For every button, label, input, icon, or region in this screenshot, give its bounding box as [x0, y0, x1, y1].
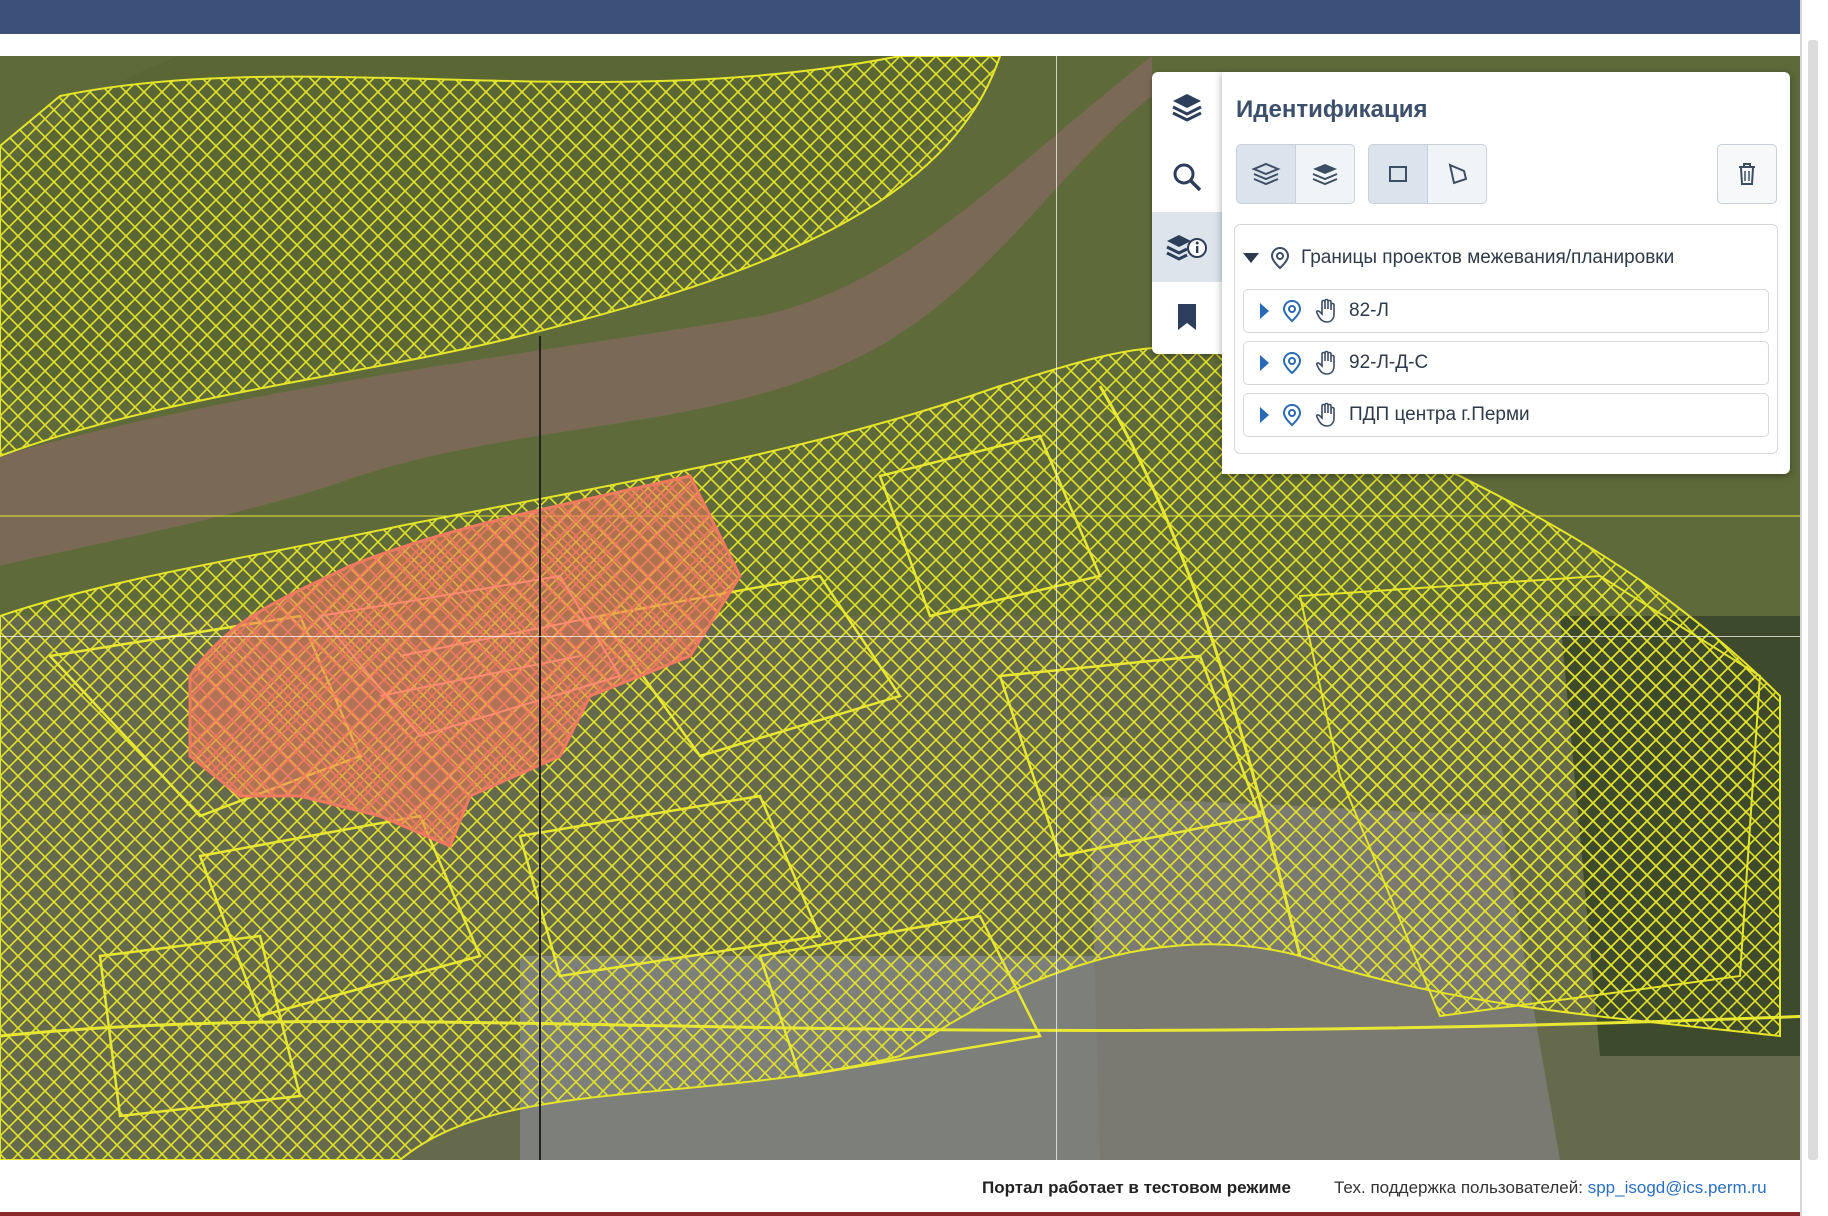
search-icon: [1173, 163, 1202, 192]
page-scrollbar[interactable]: [1800, 0, 1828, 1216]
hand-pointer-icon[interactable]: [1315, 298, 1337, 324]
location-pin-icon[interactable]: [1281, 351, 1303, 375]
caret-right-icon[interactable]: [1260, 355, 1269, 371]
tree-item-92-l-d-s[interactable]: 92-Л-Д-С: [1243, 341, 1769, 385]
polygon-select-button[interactable]: [1428, 145, 1486, 203]
search-tool-button[interactable]: [1152, 142, 1222, 212]
map-toolbar: [1152, 72, 1222, 354]
all-layers-mode-button[interactable]: [1237, 145, 1296, 203]
layers-icon: [1172, 94, 1202, 122]
support-label: Тех. поддержка пользователей:: [1334, 1178, 1583, 1197]
identification-panel: Идентификация Границы проектов межевания…: [1222, 72, 1790, 474]
tree-group-header[interactable]: Границы проектов межевания/планировки: [1243, 243, 1674, 273]
tree-group-label: Границы проектов межевания/планировки: [1301, 247, 1675, 268]
selection-shape-group: [1368, 144, 1487, 204]
tree-item-pdp-perm[interactable]: ПДП центра г.Перми: [1243, 393, 1769, 437]
clear-selection-button[interactable]: [1717, 144, 1777, 204]
bottom-border: [0, 1212, 1812, 1216]
layers-info-icon: [1166, 235, 1207, 261]
results-tree: Границы проектов межевания/планировки 82…: [1234, 224, 1778, 454]
scrollbar-thumb[interactable]: [1808, 40, 1818, 1160]
visible-layers-mode-button[interactable]: [1296, 145, 1354, 203]
location-pin-icon[interactable]: [1281, 403, 1303, 427]
tree-item-82-l[interactable]: 82-Л: [1243, 289, 1769, 333]
layers-tool-button[interactable]: [1152, 72, 1222, 142]
panel-title: Идентификация: [1236, 96, 1428, 123]
rectangle-icon: [1389, 166, 1407, 182]
crosshair-vertical: [1056, 56, 1057, 1160]
identify-tool-button[interactable]: [1152, 212, 1222, 282]
hand-pointer-icon[interactable]: [1315, 350, 1337, 376]
location-pin-icon[interactable]: [1281, 299, 1303, 323]
caret-right-icon[interactable]: [1260, 303, 1269, 319]
top-header-bar: [0, 0, 1800, 34]
crosshair-horizontal: [0, 636, 1812, 637]
tree-item-label: 82-Л: [1349, 300, 1389, 321]
test-mode-notice: Портал работает в тестовом режиме: [982, 1178, 1291, 1197]
caret-right-icon[interactable]: [1260, 407, 1269, 423]
hand-pointer-icon[interactable]: [1315, 402, 1337, 428]
support-info: Тех. поддержка пользователей: spp_isogd@…: [1334, 1178, 1767, 1198]
polygon-icon: [1448, 163, 1468, 185]
footer: Портал работает в тестовом режиме Тех. п…: [0, 1160, 1812, 1212]
tree-item-label: 92-Л-Д-С: [1349, 352, 1429, 373]
layers-all-icon: [1251, 162, 1281, 186]
layer-mode-group: [1236, 144, 1355, 204]
support-email-link[interactable]: spp_isogd@ics.perm.ru: [1588, 1178, 1767, 1197]
tree-item-label: ПДП центра г.Перми: [1349, 404, 1530, 425]
rectangle-select-button[interactable]: [1369, 145, 1428, 203]
layers-visible-icon: [1312, 164, 1338, 186]
trash-icon: [1739, 163, 1755, 185]
bookmark-icon: [1178, 304, 1196, 330]
location-pin-icon: [1270, 246, 1290, 270]
bookmark-tool-button[interactable]: [1152, 282, 1222, 352]
caret-down-icon[interactable]: [1243, 253, 1259, 263]
